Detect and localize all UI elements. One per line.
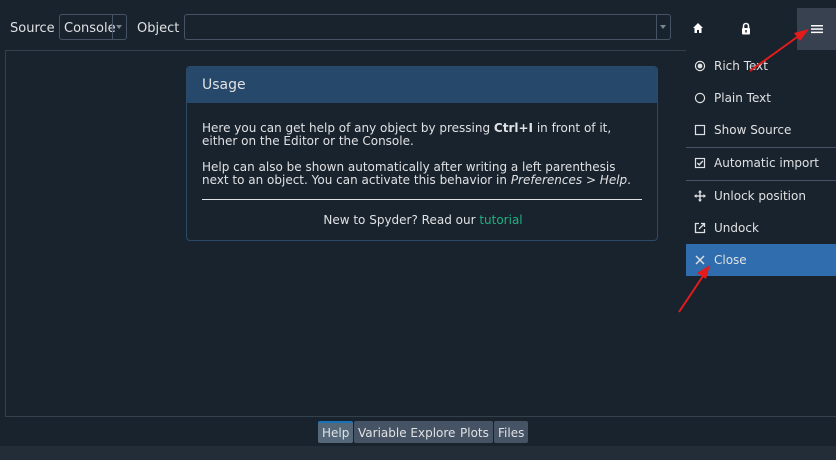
annotation-arrow-to-close [678,265,710,313]
annotation-arrow-to-menu-button [749,29,809,72]
annotation-arrows [678,29,809,313]
